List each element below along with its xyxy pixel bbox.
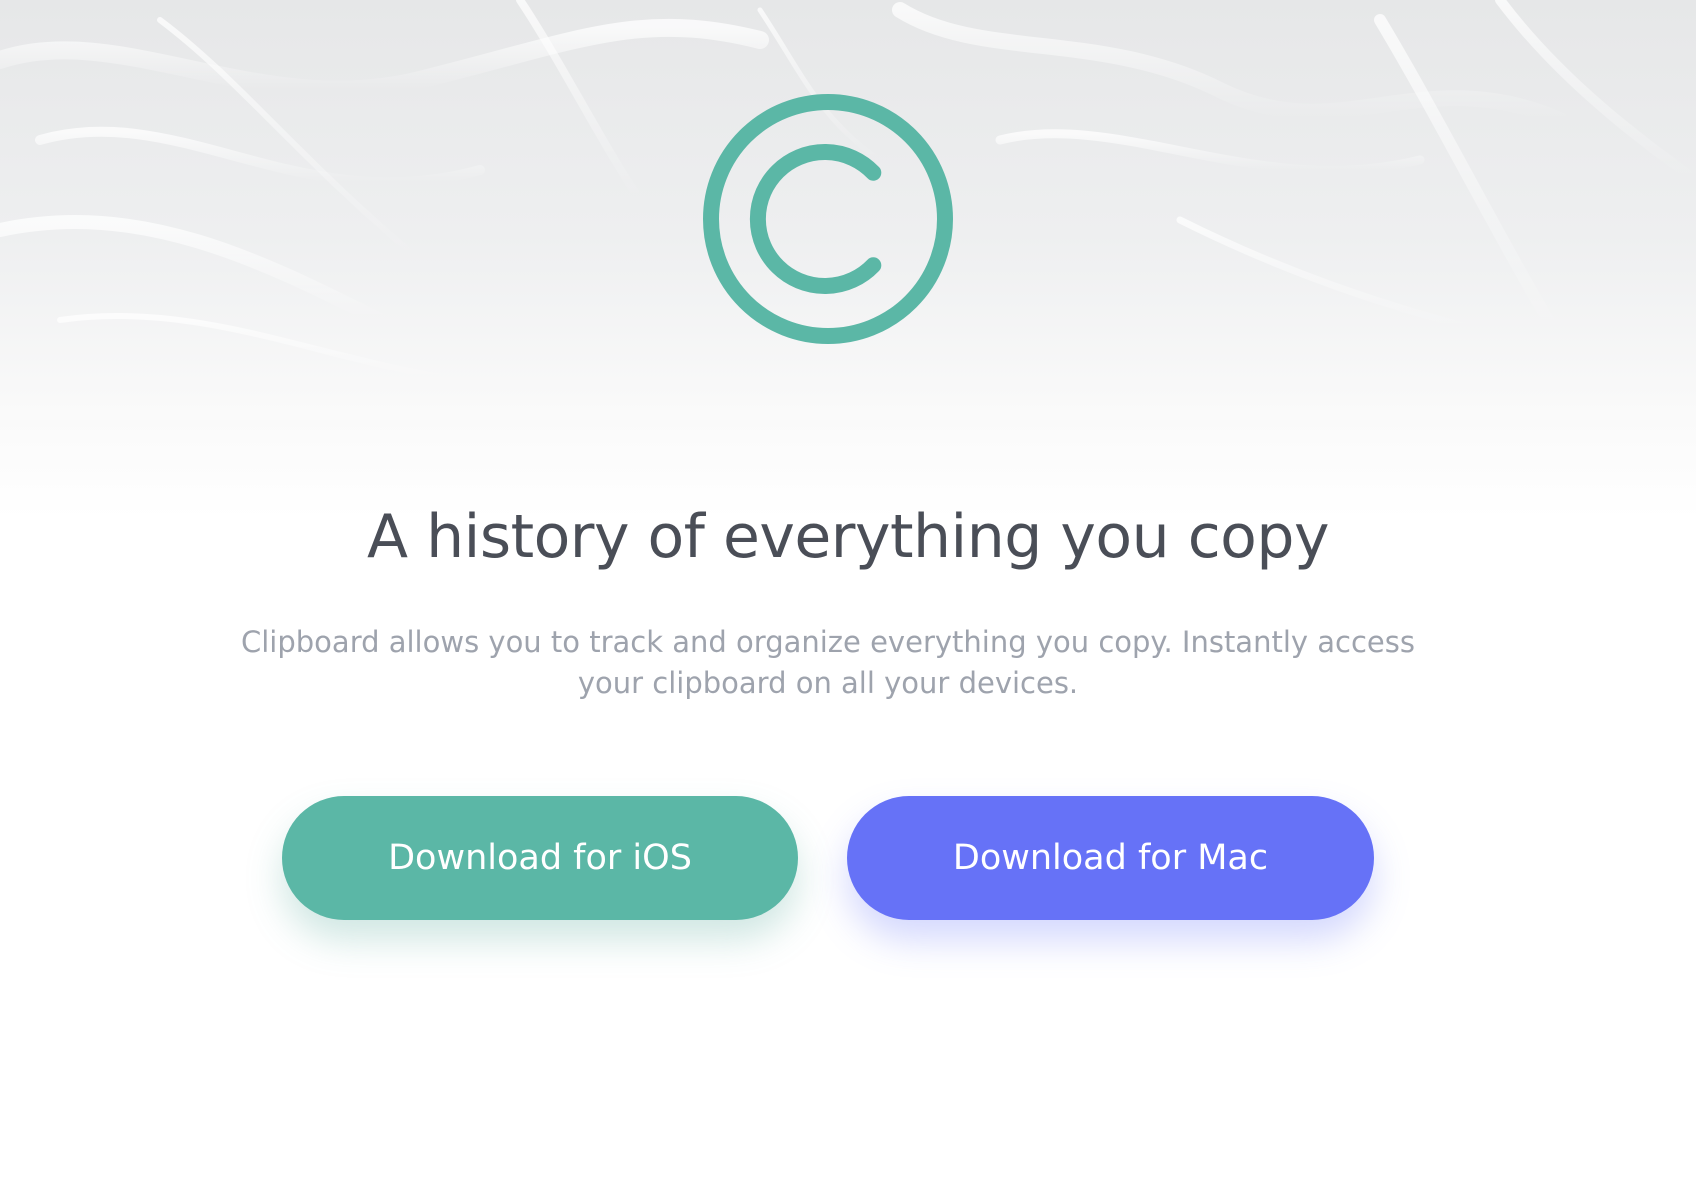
copyright-icon [703,94,953,344]
page-title: A history of everything you copy [367,502,1330,572]
download-mac-button[interactable]: Download for Mac [847,796,1374,920]
landing-page: A history of everything you copy Clipboa… [0,0,1696,1188]
page-subtitle: Clipboard allows you to track and organi… [241,625,1415,700]
download-ios-button[interactable]: Download for iOS [282,796,798,920]
